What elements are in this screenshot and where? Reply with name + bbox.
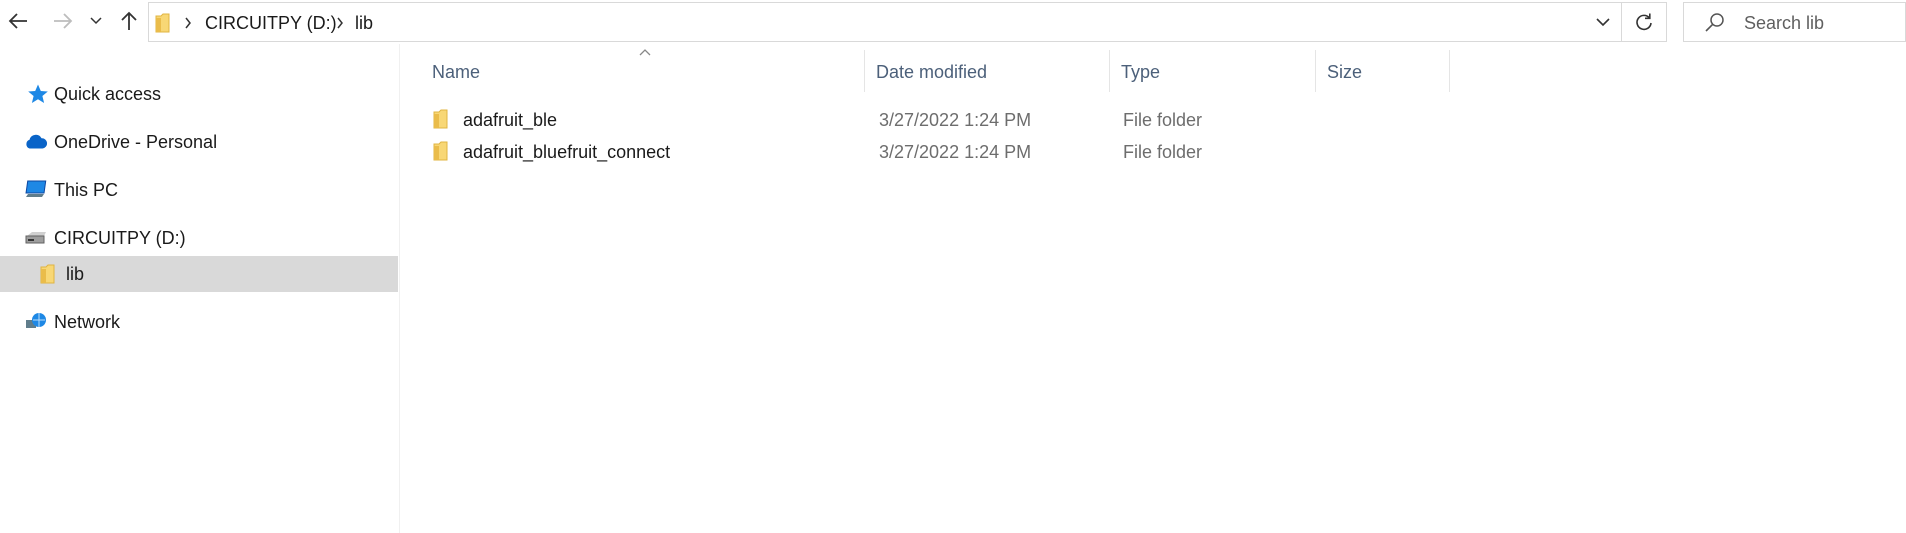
column-header-type[interactable]: Type [1110, 50, 1315, 92]
nav-label: CIRCUITPY (D:) [54, 228, 186, 248]
file-list: Name Date modified Type Size adafruit_bl… [401, 44, 1906, 533]
refresh-icon [1636, 13, 1652, 31]
breadcrumb-drive[interactable]: CIRCUITPY (D:) [205, 13, 337, 33]
navigation-pane: Quick access OneDrive - Personal This PC [0, 44, 400, 533]
recent-locations-button[interactable] [84, 6, 108, 36]
nav-item-quick-access[interactable]: Quick access [0, 76, 398, 112]
column-header-date-modified[interactable]: Date modified [865, 50, 1109, 92]
breadcrumb-separator-icon[interactable] [333, 13, 347, 33]
file-date-modified: 3/27/2022 1:24 PM [879, 142, 1032, 162]
arrow-right-icon [54, 13, 73, 29]
file-name: adafruit_ble [463, 110, 558, 130]
arrow-left-icon [8, 13, 27, 29]
chevron-down-icon [90, 17, 102, 25]
address-toolbar: CIRCUITPY (D:) lib [0, 0, 1906, 44]
column-header-size[interactable]: Size [1316, 50, 1449, 92]
column-header-name[interactable]: Name [421, 50, 764, 92]
nav-item-network[interactable]: Network [0, 304, 398, 340]
nav-item-circuitpy-drive[interactable]: CIRCUITPY (D:) [0, 220, 398, 256]
column-divider[interactable] [1449, 50, 1450, 92]
folder-icon [36, 263, 60, 285]
drive-icon [24, 227, 48, 249]
forward-button[interactable] [48, 6, 78, 36]
nav-item-lib[interactable]: lib [0, 256, 398, 292]
computer-icon [24, 179, 48, 201]
arrow-up-icon [121, 11, 137, 30]
address-history-dropdown[interactable] [1585, 3, 1621, 41]
cloud-icon [24, 131, 48, 153]
search-icon [1705, 13, 1724, 32]
back-button[interactable] [3, 6, 33, 36]
folder-icon [433, 141, 448, 161]
file-date-modified: 3/27/2022 1:24 PM [879, 110, 1032, 130]
file-name: adafruit_bluefruit_connect [463, 142, 671, 162]
refresh-button[interactable] [1622, 2, 1667, 42]
chevron-down-icon [1596, 17, 1610, 26]
file-row[interactable]: adafruit_ble 3/27/2022 1:24 PM File fold… [423, 104, 1623, 136]
file-type: File folder [1123, 110, 1203, 130]
nav-label: Network [54, 312, 121, 332]
up-button[interactable] [114, 6, 144, 36]
search-input[interactable] [1744, 12, 1894, 34]
nav-item-this-pc[interactable]: This PC [0, 172, 398, 208]
breadcrumb-separator-icon[interactable] [181, 13, 195, 33]
folder-icon [155, 13, 170, 33]
nav-label: This PC [54, 180, 119, 200]
address-bar[interactable]: CIRCUITPY (D:) lib [148, 2, 1622, 42]
folder-icon [433, 109, 448, 129]
nav-label: lib [66, 264, 85, 284]
network-icon [24, 311, 48, 333]
search-box[interactable] [1683, 2, 1906, 42]
nav-item-onedrive[interactable]: OneDrive - Personal [0, 124, 398, 160]
breadcrumb-lib[interactable]: lib [355, 13, 373, 33]
file-row[interactable]: adafruit_bluefruit_connect 3/27/2022 1:2… [423, 136, 1623, 168]
nav-label: OneDrive - Personal [54, 132, 218, 152]
nav-label: Quick access [54, 84, 162, 104]
star-icon [26, 83, 50, 105]
file-type: File folder [1123, 142, 1203, 162]
